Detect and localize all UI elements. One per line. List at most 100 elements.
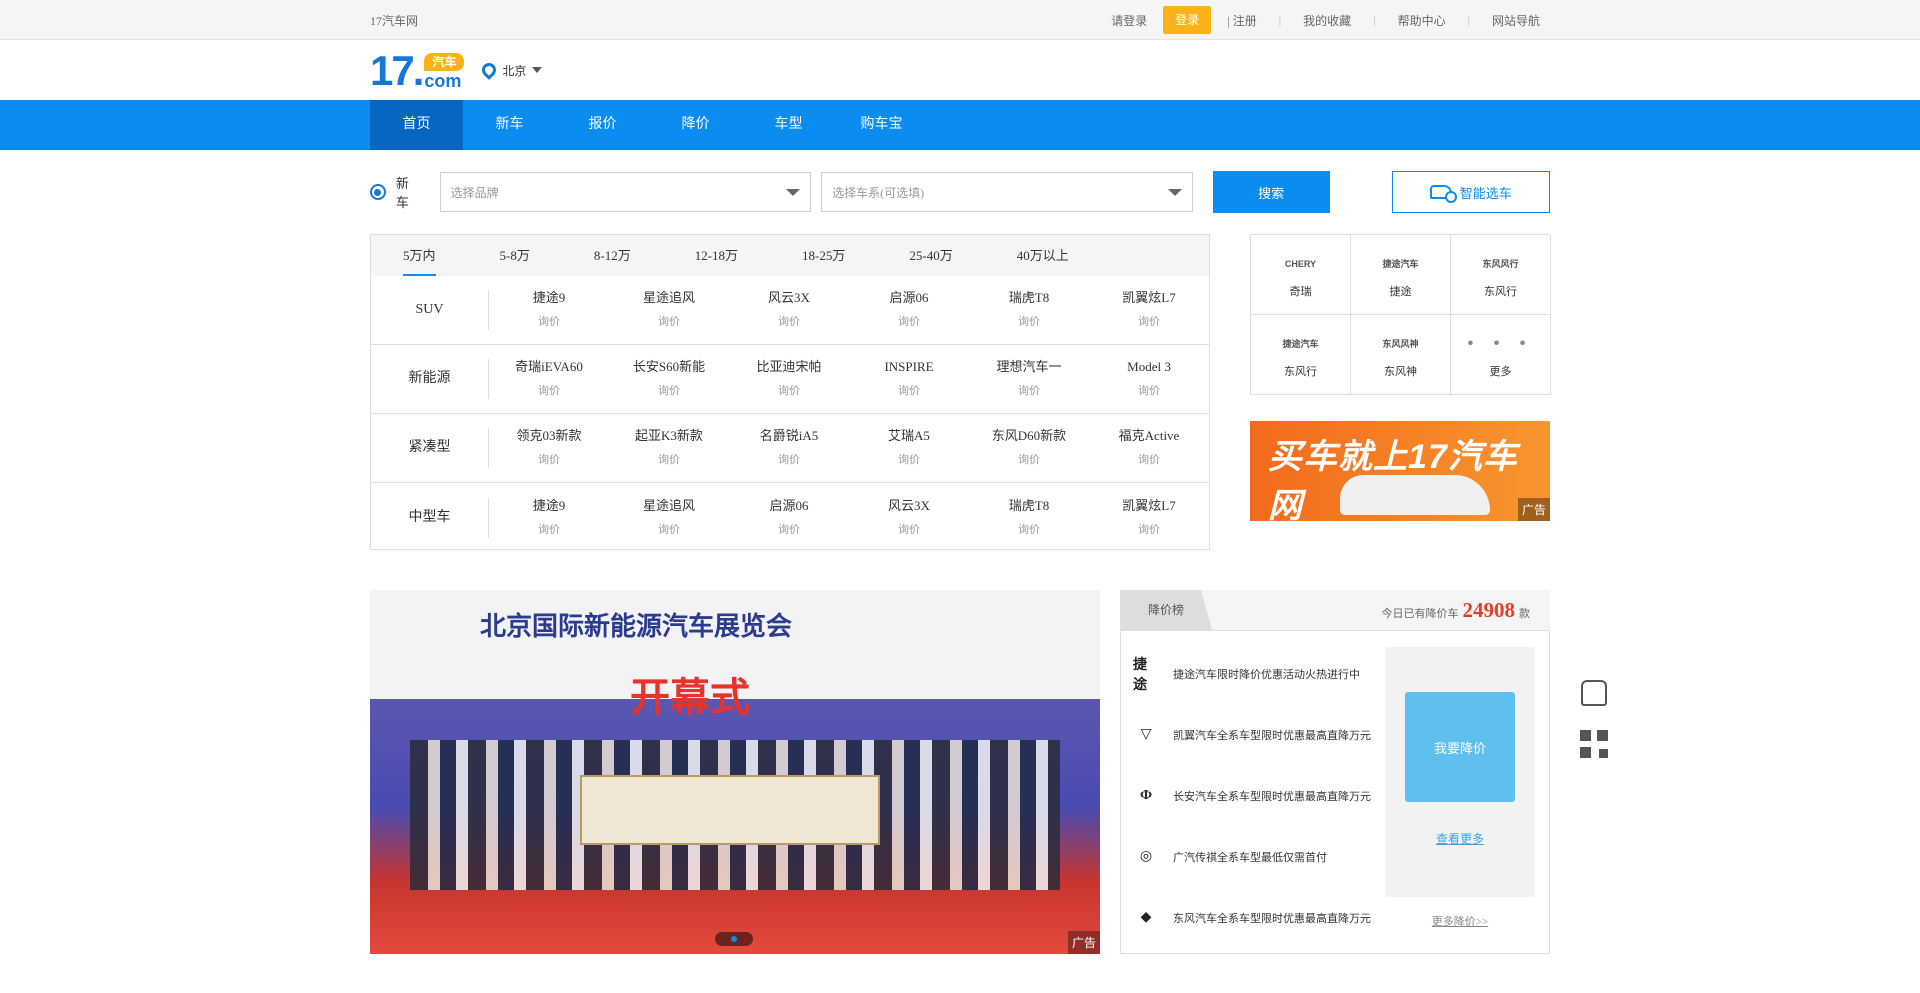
car-price-link[interactable]: 询价 bbox=[969, 313, 1089, 331]
help-link[interactable]: 帮助中心 bbox=[1398, 12, 1446, 29]
car-price-link[interactable]: 询价 bbox=[609, 521, 729, 539]
price-tab[interactable]: 8-12万 bbox=[594, 235, 631, 276]
car-price-link[interactable]: 询价 bbox=[729, 382, 849, 400]
car-model-item[interactable]: 启源06 询价 bbox=[849, 289, 969, 331]
car-model-item[interactable]: 捷途9 询价 bbox=[489, 497, 609, 539]
brand-item[interactable]: • • • 更多 bbox=[1451, 315, 1551, 395]
carousel-dots[interactable] bbox=[715, 932, 753, 946]
car-price-link[interactable]: 询价 bbox=[489, 521, 609, 539]
discount-news-item[interactable]: 捷途 捷途汽车限时降价优惠活动火热进行中 bbox=[1121, 643, 1371, 704]
brand-item[interactable]: 捷途汽车 东风行 bbox=[1251, 315, 1351, 395]
brand-item[interactable]: CHERY 奇瑞 bbox=[1251, 235, 1351, 315]
car-model-item[interactable]: 福克Active 询价 bbox=[1089, 427, 1209, 469]
brand-logo-icon: ◎ bbox=[1139, 849, 1153, 864]
phone-icon[interactable] bbox=[1581, 680, 1607, 706]
car-model-item[interactable]: 瑞虎T8 询价 bbox=[969, 497, 1089, 539]
car-model-item[interactable]: 名爵锐iA5 询价 bbox=[729, 427, 849, 469]
car-price-link[interactable]: 询价 bbox=[609, 313, 729, 331]
car-model-item[interactable]: 东风D60新款 询价 bbox=[969, 427, 1089, 469]
car-price-link[interactable]: 询价 bbox=[849, 382, 969, 400]
car-price-link[interactable]: 询价 bbox=[1089, 382, 1209, 400]
discount-news-item[interactable]: ▽ 凯翼汽车全系车型限时优惠最高直降万元 bbox=[1121, 704, 1371, 765]
car-price-link[interactable]: 询价 bbox=[1089, 313, 1209, 331]
image-carousel[interactable]: 北京国际新能源汽车展览会 开幕式 广告 bbox=[370, 590, 1100, 954]
category-label[interactable]: 中型车 bbox=[371, 497, 489, 538]
city-selector[interactable]: 北京 bbox=[479, 60, 543, 80]
discount-news-item[interactable]: ◎ 广汽传祺全系车型最低仅需首付 bbox=[1121, 826, 1371, 887]
category-label[interactable]: SUV bbox=[371, 290, 489, 330]
brand-item[interactable]: 捷途汽车 捷途 bbox=[1351, 235, 1451, 315]
brand-item[interactable]: 东风风行 东风行 bbox=[1451, 235, 1551, 315]
nav-models[interactable]: 车型 bbox=[742, 100, 835, 150]
more-discounts-link[interactable]: 更多降价>> bbox=[1385, 913, 1535, 929]
new-car-radio[interactable] bbox=[370, 184, 386, 200]
want-discount-button[interactable]: 我要降价 bbox=[1405, 692, 1515, 802]
search-button[interactable]: 搜索 bbox=[1212, 171, 1330, 213]
car-model-item[interactable]: 风云3X 询价 bbox=[729, 289, 849, 331]
nav-buy-car[interactable]: 购车宝 bbox=[835, 100, 928, 150]
car-price-link[interactable]: 询价 bbox=[489, 313, 609, 331]
favorites-link[interactable]: 我的收藏 bbox=[1303, 12, 1351, 29]
site-logo[interactable]: 17. 汽车 com bbox=[370, 49, 465, 92]
car-price-link[interactable]: 询价 bbox=[489, 451, 609, 469]
category-label[interactable]: 紧凑型 bbox=[371, 428, 489, 468]
car-model-item[interactable]: 捷途9 询价 bbox=[489, 289, 609, 331]
car-model-item[interactable]: 比亚迪宋帕 询价 bbox=[729, 358, 849, 400]
nav-prices[interactable]: 报价 bbox=[556, 100, 649, 150]
car-model-item[interactable]: 领克03新款 询价 bbox=[489, 427, 609, 469]
nav-discounts[interactable]: 降价 bbox=[649, 100, 742, 150]
car-price-link[interactable]: 询价 bbox=[969, 451, 1089, 469]
category-label[interactable]: 新能源 bbox=[371, 359, 489, 399]
car-price-link[interactable]: 询价 bbox=[729, 313, 849, 331]
car-price-link[interactable]: 询价 bbox=[969, 521, 1089, 539]
car-price-link[interactable]: 询价 bbox=[1089, 521, 1209, 539]
carousel-dot[interactable] bbox=[731, 936, 737, 942]
brand-item[interactable]: 东风风神 东风神 bbox=[1351, 315, 1451, 395]
car-model-item[interactable]: 凯翼炫L7 询价 bbox=[1089, 289, 1209, 331]
qr-code-icon[interactable] bbox=[1580, 730, 1608, 758]
car-model-item[interactable]: 艾瑞A5 询价 bbox=[849, 427, 969, 469]
car-price-link[interactable]: 询价 bbox=[849, 451, 969, 469]
car-model-item[interactable]: 奇瑞iEVA60 询价 bbox=[489, 358, 609, 400]
discount-news-item[interactable]: ◆ 东风汽车全系车型限时优惠最高直降万元 bbox=[1121, 887, 1371, 948]
car-model-item[interactable]: 星途追风 询价 bbox=[609, 289, 729, 331]
car-price-link[interactable]: 询价 bbox=[849, 521, 969, 539]
car-model-item[interactable]: 星途追风 询价 bbox=[609, 497, 729, 539]
car-price-link[interactable]: 询价 bbox=[729, 521, 849, 539]
price-tab[interactable]: 25-40万 bbox=[909, 235, 952, 276]
price-tab[interactable]: 40万以上 bbox=[1017, 235, 1069, 276]
car-model-item[interactable]: 凯翼炫L7 询价 bbox=[1089, 497, 1209, 539]
car-price-link[interactable]: 询价 bbox=[609, 382, 729, 400]
car-price-link[interactable]: 询价 bbox=[969, 382, 1089, 400]
price-tab[interactable]: 18-25万 bbox=[802, 235, 845, 276]
car-model-item[interactable]: 启源06 询价 bbox=[729, 497, 849, 539]
car-price-link[interactable]: 询价 bbox=[489, 382, 609, 400]
price-tab[interactable]: 5万内 bbox=[403, 235, 436, 276]
car-price-link[interactable]: 询价 bbox=[1089, 451, 1209, 469]
nav-new-cars[interactable]: 新车 bbox=[463, 100, 556, 150]
car-model-item[interactable]: 理想汽车一 询价 bbox=[969, 358, 1089, 400]
view-more-link[interactable]: 查看更多 bbox=[1436, 830, 1484, 847]
car-model-item[interactable]: 风云3X 询价 bbox=[849, 497, 969, 539]
brand-select[interactable]: 选择品牌 bbox=[439, 172, 812, 212]
site-nav-link[interactable]: 网站导航 bbox=[1492, 12, 1540, 29]
car-model-item[interactable]: 起亚K3新款 询价 bbox=[609, 427, 729, 469]
ad-banner[interactable]: 买车就上17汽车网 广告 bbox=[1250, 421, 1550, 521]
price-tab[interactable]: 12-18万 bbox=[695, 235, 738, 276]
nav-home[interactable]: 首页 bbox=[370, 100, 463, 150]
smart-select-button[interactable]: 智能选车 bbox=[1391, 171, 1550, 213]
car-model-item[interactable]: Model 3 询价 bbox=[1089, 358, 1209, 400]
discount-news-item[interactable]: Ф 长安汽车全系车型限时优惠最高直降万元 bbox=[1121, 765, 1371, 826]
car-model-item[interactable]: 瑞虎T8 询价 bbox=[969, 289, 1089, 331]
car-model-item[interactable]: INSPIRE 询价 bbox=[849, 358, 969, 400]
car-price-link[interactable]: 询价 bbox=[729, 451, 849, 469]
car-price-link[interactable]: 询价 bbox=[609, 451, 729, 469]
login-button[interactable]: 登录 bbox=[1163, 6, 1212, 34]
price-tab[interactable]: 5-8万 bbox=[500, 235, 530, 276]
car-price-link[interactable]: 询价 bbox=[849, 313, 969, 331]
tab-discount-ranking[interactable]: 降价榜 bbox=[1120, 590, 1212, 630]
login-prompt-link[interactable]: 请登录 bbox=[1111, 12, 1147, 29]
register-link[interactable]: | 注册 bbox=[1227, 12, 1256, 29]
series-select[interactable]: 选择车系(可选填) bbox=[821, 172, 1193, 212]
car-model-item[interactable]: 长安S60新能 询价 bbox=[609, 358, 729, 400]
